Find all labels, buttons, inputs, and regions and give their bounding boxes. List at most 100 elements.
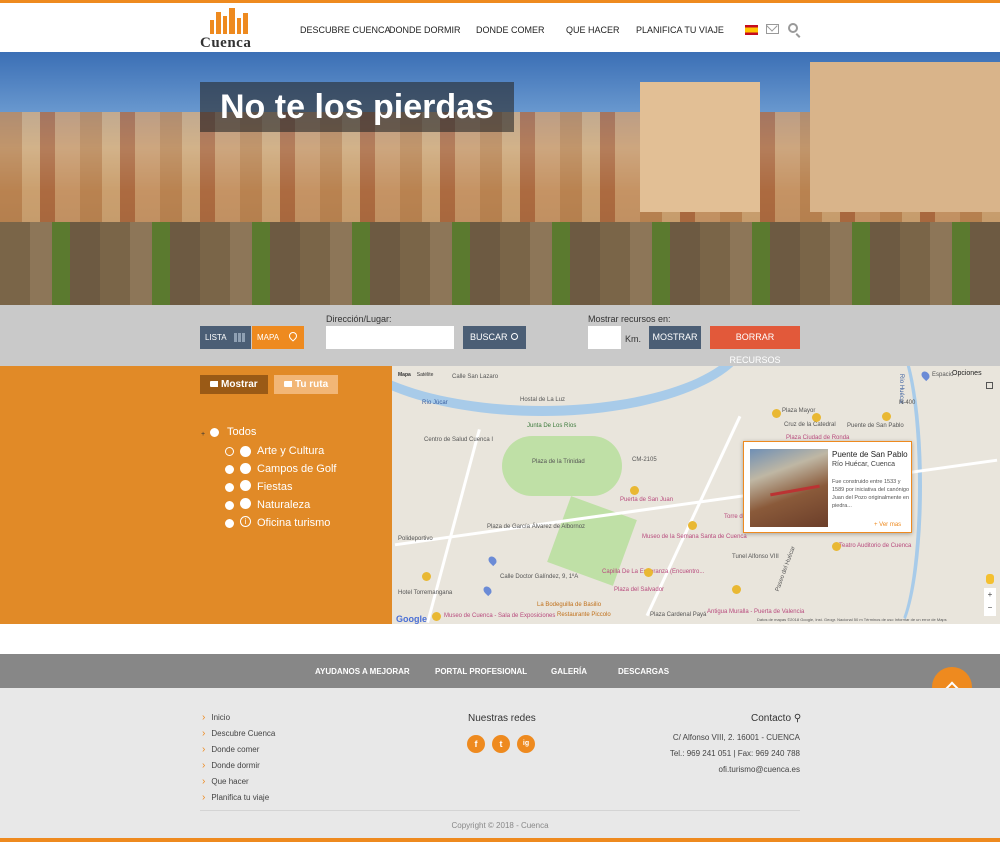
km-input[interactable] [588,326,621,349]
poi-marker-icon[interactable] [812,413,821,422]
map-type-satellite[interactable]: Satélite [417,372,434,378]
hero-cliff-image [0,222,1000,305]
popup-title: Puente de San Pablo [832,450,908,459]
facebook-icon[interactable]: f [467,735,485,753]
map-info-popup[interactable]: Puente de San Pablo Río Huécar, Cuenca F… [743,441,912,533]
tag-icon [210,381,218,387]
mostrar-button[interactable]: MOSTRAR [649,326,701,349]
map-options-button[interactable]: Opciones [952,370,982,377]
puente-san-pablo-photo [750,449,828,527]
fiestas-icon [240,480,251,491]
footer-nav-descargas[interactable]: DESCARGAS [618,667,669,676]
zoom-control[interactable]: + − [984,588,996,616]
footer-link-planifica[interactable]: Planifica tu viaje [202,792,269,803]
category-campos-golf-label[interactable]: Campos de Golf [257,463,336,475]
borrar-recursos-button[interactable]: BORRAR RECURSOS [710,326,800,365]
poi-marker-icon[interactable] [732,585,741,594]
map-type-map[interactable]: Mapa [398,372,411,378]
map-label: Museo de Cuenca - Sala de Exposiciones [444,613,556,619]
nav-planifica-tu-viaje[interactable]: PLANIFICA TU VIAJE [636,25,724,35]
contact-phone: Tel.: 969 241 051 | Fax: 969 240 788 [669,749,800,758]
map-view[interactable]: Mapa Satélite Opciones Calle San Lazaro R… [392,366,1000,624]
search-icon[interactable] [788,23,798,33]
buscar-button[interactable]: BUSCAR [463,326,526,349]
radio-fiestas[interactable] [225,483,234,492]
recursos-label: Mostrar recursos en: [588,314,671,324]
radio-naturaleza[interactable] [225,501,234,510]
tree-expand-icon[interactable]: + [201,431,205,438]
filter-bar: LISTA MAPA Dirección/Lugar: BUSCAR Mostr… [0,305,1000,366]
contact-email[interactable]: ofi.turismo@cuenca.es [719,765,801,774]
poi-marker-icon[interactable] [882,412,891,421]
poi-marker-icon[interactable] [832,542,841,551]
poi-marker-icon[interactable] [432,612,441,621]
map-label: Restaurante Piccolo [557,612,611,618]
site-footer: Inicio Descubre Cuenca Donde comer Donde… [0,688,1000,838]
poi-marker-icon[interactable] [422,572,431,581]
logo-text: Cuenca [200,35,252,51]
footer-nav-bar: AYUDANOS A MEJORAR PORTAL PROFESIONAL GA… [0,654,1000,688]
contacto-title-text: Contacto [751,713,792,724]
zoom-in-button[interactable]: + [984,588,996,601]
location-pin-icon[interactable] [919,369,932,382]
map-label: Calle San Lazaro [452,374,499,380]
mail-icon[interactable] [766,24,779,34]
nav-descubre-cuenca[interactable]: DESCUBRE CUENCA [300,25,391,35]
map-view-button[interactable]: MAPA [252,326,304,349]
tab-mostrar[interactable]: Mostrar [200,375,268,394]
map-label: Junta De Los Ríos [527,423,577,429]
fullscreen-icon[interactable] [986,382,993,389]
footer-link-dormir[interactable]: Donde dormir [202,760,259,771]
popup-subtitle: Río Huécar, Cuenca [832,461,896,468]
info-icon: i [240,516,251,527]
footer-link-descubre[interactable]: Descubre Cuenca [202,728,275,739]
twitter-icon[interactable]: t [492,735,510,753]
tab-tu-ruta[interactable]: Tu ruta [274,375,338,394]
map-label: CM-2105 [632,457,657,463]
nav-donde-dormir[interactable]: DONDE DORMIR [389,25,461,35]
radio-todos[interactable] [210,428,219,437]
category-fiestas-label[interactable]: Fiestas [257,481,292,493]
popup-ver-mas-link[interactable]: + Ver mas [874,522,901,528]
map-label: Teatro Auditorio de Cuenca [839,543,912,549]
zoom-out-button[interactable]: − [984,601,996,614]
radio-oficina-turismo[interactable] [225,519,234,528]
cuenca-logo[interactable]: Cuenca [200,8,258,51]
list-view-button[interactable]: LISTA [200,326,251,349]
footer-divider [200,810,800,811]
hero-building-image [810,62,1000,212]
category-naturaleza-label[interactable]: Naturaleza [257,499,310,511]
location-pin-icon[interactable] [486,554,499,567]
category-oficina-turismo-label[interactable]: Oficina turismo [257,517,330,529]
map-label: Plaza Cardenal Payá [650,612,707,618]
direccion-input[interactable] [326,326,454,349]
map-label: Polideportivo [398,536,433,542]
map-label: Puerta de San Juan [620,497,674,503]
poi-marker-icon[interactable] [772,409,781,418]
map-label: Antigua Muralla - Puerta de Valencia [707,609,805,615]
location-pin-icon[interactable] [481,584,494,597]
nav-que-hacer[interactable]: QUE HACER [566,25,620,35]
street-view-pegman-icon[interactable] [986,574,994,584]
radio-arte-cultura[interactable] [225,447,234,456]
park-area [502,436,622,496]
footer-link-inicio[interactable]: Inicio [202,712,230,723]
radio-campos-golf[interactable] [225,465,234,474]
footer-nav-ayudanos[interactable]: AYUDANOS A MEJORAR [315,667,410,676]
footer-nav-portal-profesional[interactable]: PORTAL PROFESIONAL [435,667,527,676]
map-type-control[interactable]: Mapa Satélite [398,372,433,378]
category-arte-cultura-label[interactable]: Arte y Cultura [257,445,324,457]
footer-link-que-hacer[interactable]: Que hacer [202,776,248,787]
site-header: Cuenca DESCUBRE CUENCA DONDE DORMIR DOND… [0,3,1000,52]
poi-marker-icon[interactable] [630,486,639,495]
instagram-icon[interactable]: ig [517,735,535,753]
spain-flag-icon[interactable] [745,25,758,35]
nav-donde-comer[interactable]: DONDE COMER [476,25,545,35]
poi-marker-icon[interactable] [644,568,653,577]
category-todos-label[interactable]: Todos [227,426,256,438]
footer-link-comer[interactable]: Donde comer [202,744,259,755]
footer-nav-galeria[interactable]: GALERÍA [551,667,587,676]
poi-marker-icon[interactable] [688,521,697,530]
direccion-label: Dirección/Lugar: [326,314,392,324]
map-label: Espacio [932,372,954,378]
